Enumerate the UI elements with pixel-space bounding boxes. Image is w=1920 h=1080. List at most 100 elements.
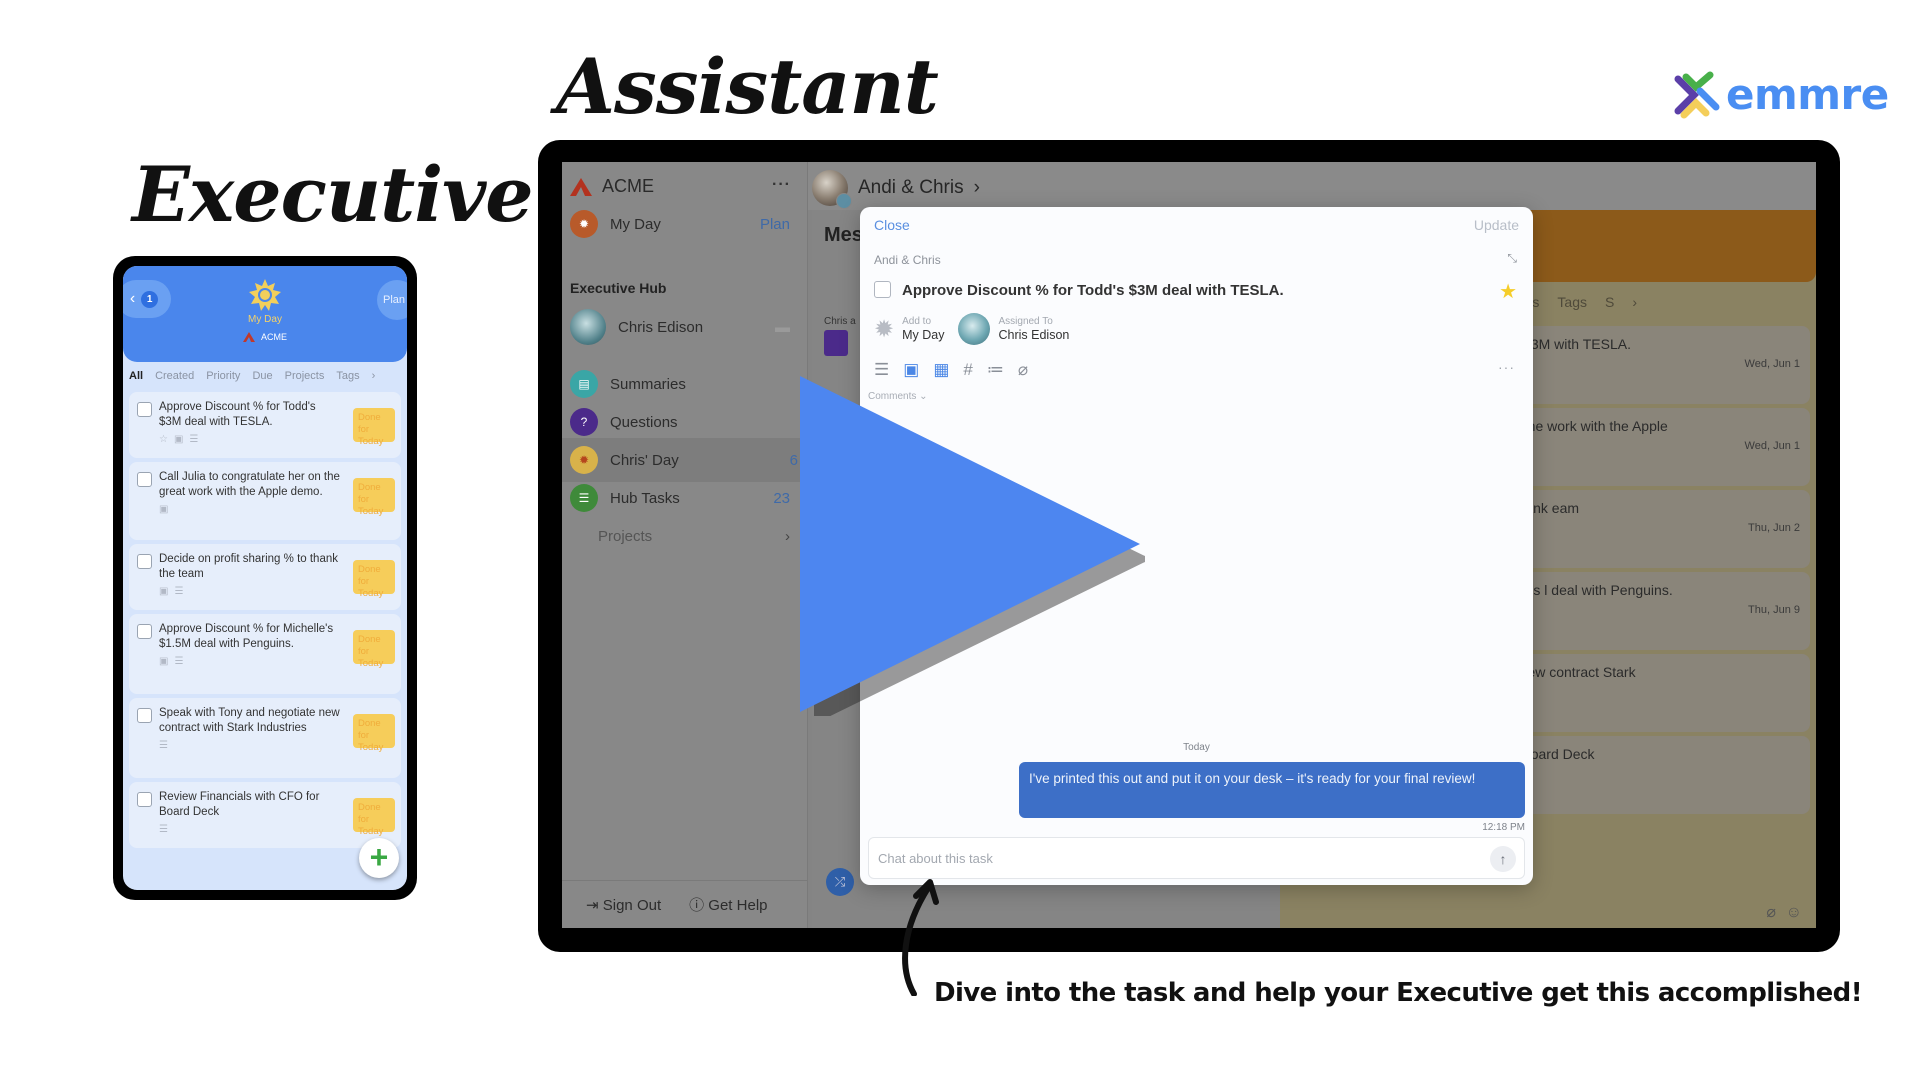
add-to-value: My Day [902, 327, 945, 342]
list-icon: ☰ [189, 434, 199, 445]
calendar-icon: ▣ [159, 586, 169, 597]
tab-tags[interactable]: Tags [1557, 294, 1587, 310]
message-bubble: I've printed this out and put it on your… [1019, 762, 1525, 818]
question-card-icon[interactable] [824, 330, 848, 356]
count-badge: 23 [773, 489, 790, 507]
section-heading: Executive Hub [570, 280, 667, 296]
get-help-button[interactable]: ⓘ Get Help [689, 894, 767, 915]
gear-icon: ✹ [570, 210, 598, 238]
back-count-badge: 1 [141, 290, 159, 308]
task-text: Speak with Tony and negotiate new contra… [159, 707, 340, 734]
tab-all[interactable]: All [129, 370, 143, 382]
task-checkbox[interactable] [137, 402, 152, 417]
collapse-icon[interactable]: ⤡ [1507, 251, 1517, 266]
count-badge: 6 [789, 451, 798, 469]
executive-heading: Executive [132, 150, 534, 239]
sidebar-item-label: My Day [610, 215, 661, 233]
assistant-heading: Assistant [556, 42, 939, 131]
task-item[interactable]: Approve Discount % for Michelle's $1.5M … [129, 614, 401, 694]
avatar [836, 193, 852, 209]
task-item[interactable]: Call Julia to congratulate her on the gr… [129, 462, 401, 540]
more-options-icon[interactable]: ··· [772, 176, 791, 194]
more-options-icon[interactable]: ··· [1498, 359, 1515, 375]
sidebar-item-label: Chris' Day [610, 451, 679, 469]
due-date: Wed, Jun 1 [1744, 440, 1800, 452]
acme-logo-icon [570, 177, 592, 196]
done-for-today-badge[interactable]: Done for Today [353, 408, 395, 447]
due-date: Thu, Jun 9 [1748, 604, 1800, 616]
task-item[interactable]: Review Financials with CFO for Board Dec… [129, 782, 401, 848]
tab-priority[interactable]: Priority [206, 370, 240, 382]
done-for-today-badge[interactable]: Done for Today [353, 630, 395, 669]
play-video-icon[interactable] [800, 376, 1145, 716]
avatar [958, 313, 991, 345]
assigned-label: Assigned To [998, 315, 1053, 327]
due-date: Wed, Jun 1 [1744, 358, 1800, 370]
update-button[interactable]: Update [1474, 217, 1519, 233]
close-button[interactable]: Close [874, 217, 910, 233]
conversation-label: Andi & Chris [874, 253, 941, 267]
org-name: ACME [260, 332, 287, 342]
task-item[interactable]: Approve Discount % for Todd's $3M deal w… [129, 392, 401, 458]
sidebar-item-chris-edison[interactable]: Chris Edison ▬ [570, 302, 800, 352]
conversation-title: Andi & Chris [858, 177, 964, 198]
messages-title: Mes [824, 224, 863, 246]
task-checkbox[interactable] [137, 624, 152, 639]
paperclip-icon[interactable]: ⌀ [1766, 902, 1776, 922]
assignee[interactable]: Assigned To Chris Edison [998, 316, 1069, 343]
chat-input[interactable] [869, 838, 1426, 878]
task-item[interactable]: Speak with Tony and negotiate new contra… [129, 698, 401, 778]
conversation-header[interactable]: Andi & Chris › [812, 170, 980, 209]
sidebar: ACME ··· ✹ My Day Plan Executive Hub Chr… [562, 162, 808, 928]
task-checkbox[interactable] [874, 281, 891, 298]
my-day-title: My Day [248, 314, 282, 325]
done-for-today-badge[interactable]: Done for Today [353, 560, 395, 599]
avatar [570, 309, 606, 345]
done-for-today-badge[interactable]: Done for Today [353, 714, 395, 753]
task-text: Call Julia to congratulate her on the gr… [159, 471, 340, 498]
tablet-screen: ACME ··· ✹ My Day Plan Executive Hub Chr… [562, 162, 1816, 928]
emoji-icon[interactable]: ☺ [1786, 904, 1802, 922]
task-checkbox[interactable] [137, 554, 152, 569]
chevron-right-icon[interactable]: › [1632, 294, 1637, 310]
list-icon: ☰ [159, 740, 168, 751]
task-text: Approve Discount % for Michelle's $1.5M … [159, 623, 334, 650]
done-for-today-badge[interactable]: Done for Today [353, 798, 395, 837]
send-icon[interactable]: ↑ [1490, 846, 1516, 872]
sign-out-button[interactable]: ⇥ Sign Out [586, 896, 661, 914]
task-checkbox[interactable] [137, 472, 152, 487]
back-button[interactable]: ‹ 1 [123, 280, 171, 318]
gear-icon[interactable]: ✹ [874, 315, 894, 344]
add-task-button[interactable]: + [359, 838, 399, 878]
clipboard-icon: ▤ [570, 370, 598, 398]
sidebar-item-label: Projects [598, 527, 653, 545]
sidebar-item-projects[interactable]: Projects › [570, 514, 800, 558]
org-header[interactable]: ACME [570, 176, 654, 197]
tab-due[interactable]: Due [252, 370, 272, 382]
chevron-right-icon[interactable]: › [372, 370, 376, 382]
task-item[interactable]: Decide on profit sharing % to thank the … [129, 544, 401, 610]
add-to-my-day[interactable]: Add to My Day [902, 316, 944, 343]
done-for-today-badge[interactable]: Done for Today [353, 478, 395, 517]
chat-input-box: ↑ [868, 837, 1525, 879]
tab-projects[interactable]: Projects [285, 370, 325, 382]
star-icon[interactable]: ☆ [159, 434, 168, 445]
plan-link[interactable]: Plan [760, 216, 790, 233]
tab-created[interactable]: Created [155, 370, 194, 382]
calendar-icon: ▣ [159, 504, 169, 515]
task-checkbox[interactable] [137, 708, 152, 723]
task-title[interactable]: Approve Discount % for Todd's $3M deal w… [902, 282, 1284, 299]
star-icon[interactable]: ★ [1499, 279, 1517, 304]
emmre-mark-icon [1674, 71, 1720, 118]
brand-name: emmre [1726, 70, 1889, 119]
chat-bubble-icon[interactable]: ▬ [775, 319, 790, 336]
tab-tags[interactable]: Tags [336, 370, 359, 382]
avatar [812, 170, 852, 209]
shuffle-icon[interactable]: ⤮ [826, 868, 854, 896]
task-checkbox[interactable] [137, 792, 152, 807]
chevron-left-icon: ‹ [129, 290, 136, 307]
tab-more[interactable]: S [1605, 294, 1614, 310]
acme-logo-icon [242, 332, 255, 342]
sidebar-item-label: Questions [610, 413, 678, 431]
sidebar-item-my-day[interactable]: ✹ My Day Plan [570, 202, 800, 246]
